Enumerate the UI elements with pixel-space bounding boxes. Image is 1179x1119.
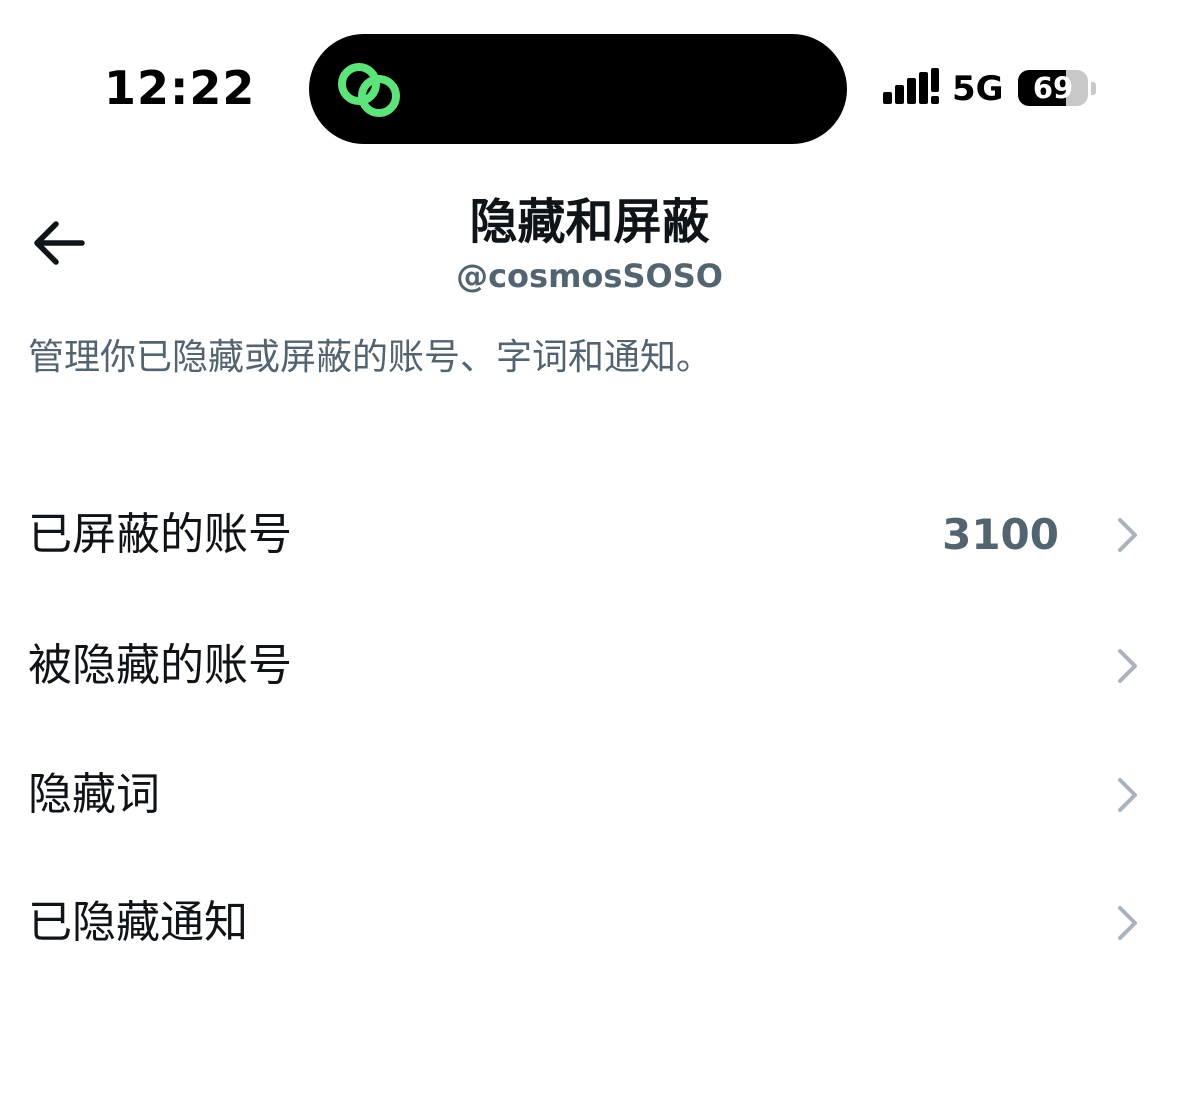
- link-rings-icon: [338, 63, 400, 117]
- page-description: 管理你已隐藏或屏蔽的账号、字词和通知。: [28, 337, 713, 378]
- menu-item-label: 被隐藏的账号: [28, 640, 292, 691]
- menu-item-muted-accounts[interactable]: 被隐藏的账号: [0, 605, 1179, 725]
- status-bar: 12:22 5G 69: [0, 0, 1179, 150]
- menu-item-label: 已隐藏通知: [28, 897, 248, 948]
- signal-icon: [883, 68, 939, 104]
- battery-percentage: 69: [1032, 71, 1074, 105]
- status-time: 12:22: [104, 61, 256, 115]
- page-title: 隐藏和屏蔽: [469, 194, 710, 250]
- battery-cap: [1091, 82, 1096, 95]
- chevron-right-icon: [1118, 649, 1137, 683]
- battery-icon: 69: [1018, 70, 1088, 106]
- menu-item-blocked-accounts[interactable]: 已屏蔽的账号 3100: [0, 474, 1179, 594]
- menu-item-label: 已屏蔽的账号: [28, 509, 292, 560]
- network-type: 5G: [952, 69, 1004, 109]
- dynamic-island: [309, 34, 847, 144]
- menu-item-muted-words[interactable]: 隐藏词: [0, 734, 1179, 854]
- chevron-right-icon: [1118, 518, 1137, 552]
- chevron-right-icon: [1118, 906, 1137, 940]
- menu-item-muted-notifications[interactable]: 已隐藏通知: [0, 862, 1179, 982]
- chevron-right-icon: [1118, 778, 1137, 812]
- account-handle: @cosmosSOSO: [456, 257, 723, 295]
- blocked-count: 3100: [942, 510, 1059, 559]
- menu-item-label: 隐藏词: [28, 769, 160, 820]
